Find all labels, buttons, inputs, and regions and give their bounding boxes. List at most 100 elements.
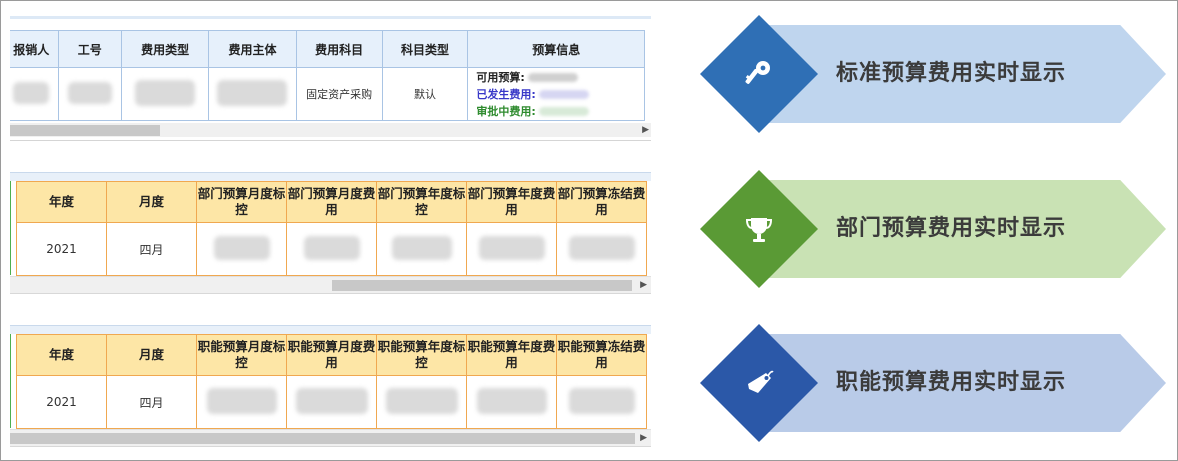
redacted-value [568, 235, 635, 260]
header-expense-entity: 费用主体 [208, 30, 297, 68]
scrollbar-thumb[interactable] [10, 433, 635, 444]
table-row[interactable]: 2021 四月 [16, 375, 647, 429]
cell-budget-info: 可用预算: 已发生费用: 审批中费用: [467, 67, 645, 121]
budget-available-line: 可用预算: [476, 69, 644, 86]
functional-budget-panel: 年度 月度 职能预算月度标控 职能预算月度费用 职能预算年度标控 职能预算年度费… [10, 325, 651, 455]
redacted-value [13, 81, 50, 104]
budget-spent-line: 已发生费用: [476, 86, 644, 103]
banner-label: 标准预算费用实时显示 [836, 61, 1067, 86]
banner-label: 部门预算费用实时显示 [836, 216, 1067, 241]
cell-dept-frozen-expense [556, 222, 647, 276]
header-dept-year-expense: 部门预算年度费用 [466, 181, 557, 223]
panel-footer [10, 293, 651, 302]
redacted-value [528, 73, 579, 82]
panel-top-bar [10, 16, 651, 19]
department-budget-panel: 年度 月度 部门预算月度标控 部门预算月度费用 部门预算年度标控 部门预算年度费… [10, 172, 651, 302]
cell-func-month-expense [286, 375, 377, 429]
redacted-value [217, 79, 288, 106]
functional-budget-banner: 职能预算费用实时显示 [700, 324, 1166, 442]
standard-budget-table: 报销人 工号 费用类型 费用主体 费用科目 科目类型 预算信息 固定资产采购 默… [10, 30, 645, 121]
banner-label: 职能预算费用实时显示 [836, 370, 1067, 395]
header-employee-id: 工号 [57, 30, 122, 68]
cell-expense-entity [208, 67, 297, 121]
table-header-row: 年度 月度 职能预算月度标控 职能预算月度费用 职能预算年度标控 职能预算年度费… [16, 334, 647, 376]
table-row[interactable]: 2021 四月 [16, 222, 647, 276]
header-dept-month-expense: 部门预算月度费用 [286, 181, 377, 223]
horizontal-scrollbar[interactable]: ▶ [10, 123, 651, 137]
redacted-value [67, 81, 112, 104]
cell-expense-type [120, 67, 210, 121]
redacted-value [539, 90, 590, 99]
department-budget-banner: 部门预算费用实时显示 [700, 170, 1166, 288]
redacted-value [135, 79, 196, 106]
panel-footer [10, 446, 651, 455]
panel-footer [10, 140, 651, 144]
cell-func-frozen-expense [556, 375, 647, 429]
header-month: 月度 [106, 334, 197, 376]
panel-left-border [10, 334, 11, 428]
redacted-value [206, 387, 277, 414]
header-dept-year-control: 部门预算年度标控 [376, 181, 467, 223]
header-func-month-control: 职能预算月度标控 [196, 334, 287, 376]
cell-reimburser [10, 67, 59, 121]
horizontal-scrollbar[interactable]: ▶ [10, 276, 651, 293]
redacted-value [213, 235, 270, 260]
scroll-right-arrow-icon[interactable]: ▶ [642, 123, 649, 137]
header-dept-month-control: 部门预算月度标控 [196, 181, 287, 223]
scroll-right-arrow-icon[interactable]: ▶ [640, 431, 647, 445]
header-func-frozen-expense: 职能预算冻结费用 [556, 334, 647, 376]
redacted-value [568, 387, 635, 414]
redacted-value [391, 235, 452, 260]
cell-year: 2021 [16, 222, 107, 276]
table-header-row: 报销人 工号 费用类型 费用主体 费用科目 科目类型 预算信息 [10, 30, 645, 68]
panel-top-bar [10, 325, 651, 334]
budget-pending-label: 审批中费用: [476, 104, 536, 118]
cell-func-year-expense [466, 375, 557, 429]
header-month: 月度 [106, 181, 197, 223]
redacted-value [385, 387, 458, 414]
cell-dept-month-control [196, 222, 287, 276]
redacted-value [303, 235, 360, 260]
cell-month: 四月 [106, 222, 197, 276]
header-dept-frozen-expense: 部门预算冻结费用 [556, 181, 647, 223]
redacted-value [476, 387, 547, 414]
header-year: 年度 [16, 181, 107, 223]
panel-top-bar [10, 172, 651, 181]
cell-subject-type: 默认 [381, 67, 469, 121]
redacted-value [295, 387, 368, 414]
cell-month: 四月 [106, 375, 197, 429]
header-subject-type: 科目类型 [381, 30, 469, 68]
header-func-year-expense: 职能预算年度费用 [466, 334, 557, 376]
cell-dept-year-control [376, 222, 467, 276]
header-year: 年度 [16, 334, 107, 376]
redacted-value [478, 235, 545, 260]
cell-dept-year-expense [466, 222, 557, 276]
header-budget-info: 预算信息 [467, 30, 645, 68]
horizontal-scrollbar[interactable]: ▶ [10, 429, 651, 446]
header-func-month-expense: 职能预算月度费用 [286, 334, 377, 376]
scrollbar-thumb[interactable] [332, 280, 632, 291]
budget-pending-line: 审批中费用: [476, 103, 644, 120]
trophy-icon [745, 218, 773, 242]
header-expense-subject: 费用科目 [295, 30, 383, 68]
redacted-value [539, 107, 590, 116]
header-expense-type: 费用类型 [120, 30, 210, 68]
cell-employee-id [57, 67, 122, 121]
cell-year: 2021 [16, 375, 107, 429]
panel-left-border [10, 181, 11, 275]
scroll-right-arrow-icon[interactable]: ▶ [640, 278, 647, 292]
functional-budget-table: 年度 月度 职能预算月度标控 职能预算月度费用 职能预算年度标控 职能预算年度费… [16, 334, 647, 429]
key-icon [745, 61, 770, 84]
department-budget-table: 年度 月度 部门预算月度标控 部门预算月度费用 部门预算年度标控 部门预算年度费… [16, 181, 647, 276]
budget-available-label: 可用预算: [476, 70, 525, 84]
tag-icon [748, 370, 774, 393]
scrollbar-thumb[interactable] [10, 125, 160, 136]
table-header-row: 年度 月度 部门预算月度标控 部门预算月度费用 部门预算年度标控 部门预算年度费… [16, 181, 647, 223]
standard-budget-panel: 报销人 工号 费用类型 费用主体 费用科目 科目类型 预算信息 固定资产采购 默… [10, 16, 651, 144]
header-func-year-control: 职能预算年度标控 [376, 334, 467, 376]
cell-dept-month-expense [286, 222, 377, 276]
cell-func-year-control [376, 375, 467, 429]
table-row[interactable]: 固定资产采购 默认 可用预算: 已发生费用: 审批中费用: [10, 67, 645, 121]
header-reimburser: 报销人 [10, 30, 59, 68]
standard-budget-banner: 标准预算费用实时显示 [700, 15, 1166, 133]
